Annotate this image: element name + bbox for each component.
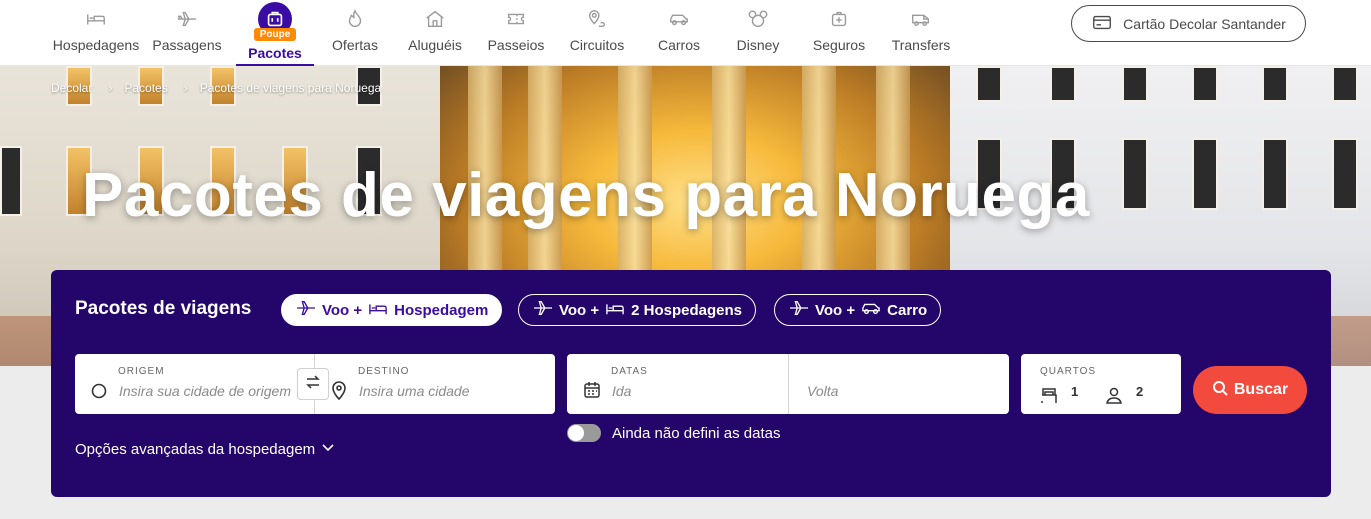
rooms-label: QUARTOS	[1040, 366, 1097, 377]
santander-card-button[interactable]: Cartão Decolar Santander	[1071, 5, 1306, 42]
origin-label: ORIGEM	[118, 366, 165, 377]
dates-label: DATAS	[611, 366, 648, 377]
people-count: 2	[1136, 384, 1144, 399]
search-panel-title: Pacotes de viagens	[75, 298, 252, 319]
nav-label: Pacotes	[248, 45, 302, 61]
option-prefix: Voo +	[322, 301, 363, 319]
bed-icon	[367, 299, 389, 321]
nav-label: Carros	[657, 37, 700, 53]
nav-item-passeios[interactable]: Passeios	[484, 0, 548, 66]
nav-item-disney[interactable]: Disney	[731, 0, 785, 66]
nav-label: Aluguéis	[408, 37, 462, 53]
swap-arrows-icon	[305, 374, 321, 395]
plane-icon	[532, 299, 554, 321]
divider	[788, 354, 789, 414]
nav-label: Disney	[736, 37, 780, 53]
advanced-options-label: Opções avançadas da hospedagem	[75, 440, 316, 458]
chevron-down-icon	[321, 440, 335, 458]
search-button[interactable]: Buscar	[1193, 366, 1307, 414]
van-icon	[909, 7, 933, 31]
nav-item-hospedagens[interactable]: Hospedagens	[51, 0, 141, 66]
bed-icon	[1040, 386, 1058, 409]
plane-icon	[175, 7, 199, 31]
credit-card-icon	[1091, 11, 1113, 36]
car-icon	[667, 7, 691, 31]
search-icon	[1212, 380, 1228, 401]
destination-label: DESTINO	[358, 366, 410, 377]
house-icon	[423, 7, 447, 31]
breadcrumb-current: Pacotes de viagens para Noruega	[199, 81, 382, 95]
nav-label: Seguros	[812, 37, 866, 53]
nav-label: Passagens	[152, 37, 222, 53]
origin-input[interactable]	[119, 383, 295, 399]
nav-item-carros[interactable]: Carros	[652, 0, 706, 66]
nav-item-seguros[interactable]: Seguros	[808, 0, 870, 66]
top-navigation: Hospedagens Passagens Poupe Pacotes Ofer…	[0, 0, 1371, 66]
swap-button[interactable]	[297, 368, 329, 400]
plane-icon	[295, 299, 317, 321]
location-pin-icon	[331, 381, 347, 406]
nav-item-ofertas[interactable]: Ofertas	[325, 0, 385, 66]
chevron-right-icon: ›	[108, 81, 113, 95]
return-date-input[interactable]	[807, 383, 987, 399]
nav-label: Transfers	[891, 37, 951, 53]
mouse-ears-icon	[746, 7, 770, 31]
origin-destination-field: ORIGEM DESTINO	[75, 354, 555, 414]
advanced-options-toggle[interactable]: Opções avançadas da hospedagem	[75, 440, 335, 458]
option-flight-two-hotels[interactable]: Voo + 2 Hospedagens	[518, 294, 757, 326]
no-dates-label: Ainda não defini as datas	[612, 424, 781, 442]
option-flight-hotel[interactable]: Voo + Hospedagem	[281, 294, 503, 326]
card-button-label: Cartão Decolar Santander	[1123, 15, 1286, 32]
calendar-icon	[583, 381, 601, 404]
chevron-right-icon: ›	[183, 81, 188, 95]
option-flight-car[interactable]: Voo + Carro	[774, 294, 942, 326]
route-pin-icon	[585, 7, 609, 31]
search-panel: Pacotes de viagens Voo + Hospedagem Voo …	[51, 270, 1331, 497]
nav-label: Circuitos	[569, 37, 625, 53]
page-title: Pacotes de viagens para Noruega	[82, 161, 1090, 230]
nav-item-pacotes[interactable]: Poupe Pacotes	[236, 0, 314, 66]
rooms-guests-field[interactable]: QUARTOS 1 2	[1021, 354, 1181, 414]
ticket-icon	[504, 7, 528, 31]
nav-label: Hospedagens	[52, 37, 140, 53]
breadcrumb: Decolar › Pacotes › Pacotes de viagens p…	[51, 81, 381, 95]
option-label: 2 Hospedagens	[631, 301, 743, 319]
no-dates-row: Ainda não defini as datas	[567, 424, 780, 442]
nav-label: Passeios	[487, 37, 545, 53]
destination-input[interactable]	[359, 383, 539, 399]
nav-item-passagens[interactable]: Passagens	[149, 0, 225, 66]
promo-badge: Poupe	[253, 28, 297, 41]
person-icon	[1105, 386, 1123, 409]
nav-item-circuitos[interactable]: Circuitos	[565, 0, 629, 66]
no-dates-toggle[interactable]	[567, 424, 601, 442]
nav-label: Ofertas	[332, 37, 378, 53]
medical-kit-icon	[827, 7, 851, 31]
plane-icon	[788, 299, 810, 321]
flame-icon	[343, 7, 367, 31]
option-label: Carro	[887, 301, 928, 319]
rooms-count: 1	[1071, 384, 1079, 399]
breadcrumb-item[interactable]: Decolar	[51, 81, 92, 95]
option-prefix: Voo +	[559, 301, 600, 319]
dates-field: DATAS	[567, 354, 1009, 414]
breadcrumb-item[interactable]: Pacotes	[124, 81, 167, 95]
option-prefix: Voo +	[815, 301, 856, 319]
search-button-label: Buscar	[1233, 381, 1289, 398]
nav-item-alugueis[interactable]: Aluguéis	[402, 0, 468, 66]
depart-date-input[interactable]	[612, 383, 772, 399]
bed-icon	[84, 7, 108, 31]
option-label: Hospedagem	[394, 301, 489, 319]
car-icon	[860, 299, 882, 321]
bed-icon	[604, 299, 626, 321]
nav-item-transfers[interactable]: Transfers	[886, 0, 956, 66]
circle-origin-icon	[91, 383, 107, 404]
